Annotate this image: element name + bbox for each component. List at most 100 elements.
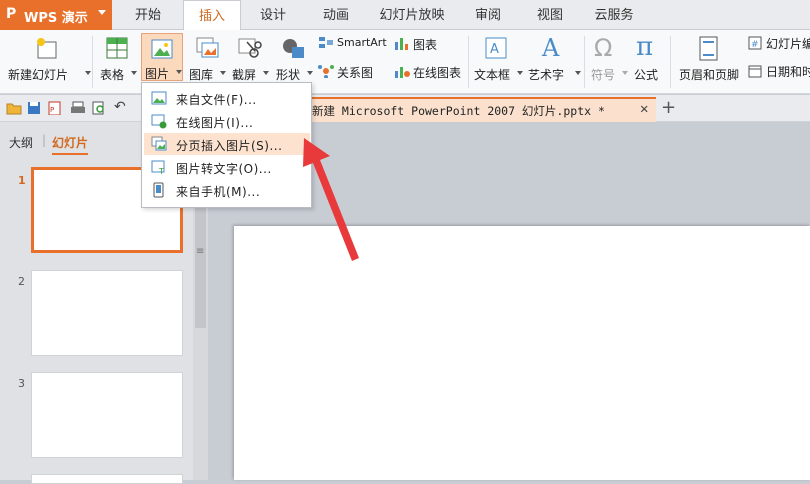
gallery-label: 图库: [189, 68, 214, 82]
wps-logo-icon: P: [6, 6, 17, 22]
svg-text:#: #: [751, 40, 759, 50]
tab-animation[interactable]: 动画: [305, 0, 367, 30]
header-footer-button[interactable]: 页眉和页脚: [676, 34, 742, 90]
close-icon[interactable]: ✕: [640, 101, 648, 117]
chevron-down-icon: [131, 71, 137, 75]
online-chart-button[interactable]: 在线图表: [394, 63, 466, 81]
gallery-icon: [196, 37, 219, 58]
slide-number-button[interactable]: # 幻灯片编: [748, 35, 810, 53]
chevron-down-icon: [307, 71, 313, 75]
slide-thumbnail-2[interactable]: [31, 270, 183, 356]
header-footer-icon: [699, 36, 718, 61]
smartart-button[interactable]: SmartArt: [318, 35, 390, 53]
svg-text:A: A: [490, 42, 499, 57]
tab-view[interactable]: 视图: [519, 0, 581, 30]
app-name: WPS 演示: [24, 11, 88, 26]
symbol-button[interactable]: Ω 符号: [588, 34, 628, 90]
menu-item-online-picture[interactable]: 在线图片(I)...: [144, 110, 310, 132]
slide-thumbnail-3[interactable]: [31, 372, 183, 458]
wordart-icon: A: [541, 34, 560, 60]
ocr-icon: T: [151, 160, 165, 175]
datetime-label: 日期和时: [766, 65, 810, 79]
menu-item-from-file[interactable]: 来自文件(F)...: [144, 87, 310, 109]
slide-number: 1: [18, 174, 26, 187]
tab-review[interactable]: 审阅: [457, 0, 519, 30]
tab-design[interactable]: 设计: [241, 0, 305, 30]
new-tab-icon[interactable]: +: [661, 97, 676, 118]
textbox-button[interactable]: A 文本框: [472, 34, 523, 90]
svg-text:A: A: [541, 34, 560, 60]
undo-icon[interactable]: ↶: [114, 99, 126, 115]
menu-item-label: 图片转文字(O)...: [176, 162, 272, 176]
slide-number: 2: [18, 275, 25, 288]
picture-button[interactable]: 图片: [141, 33, 183, 81]
slide-number-label: 幻灯片编: [766, 37, 810, 51]
menu-item-label: 分页插入图片(S)...: [176, 139, 283, 153]
relation-chart-label: 关系图: [337, 66, 374, 80]
new-slide-button[interactable]: 新建幻灯片: [6, 34, 91, 90]
omega-icon: Ω: [594, 34, 613, 62]
wordart-label: 艺术字: [528, 68, 565, 82]
chart-icon: [395, 38, 408, 50]
menu-tab-bar: P WPS 演示 开始 插入 设计 动画 幻灯片放映 审阅 视图 云服务: [0, 0, 810, 31]
save-icon[interactable]: [27, 101, 41, 115]
screenshot-label: 截屏: [232, 68, 257, 82]
print-preview-icon[interactable]: [92, 101, 106, 115]
chevron-down-icon: [176, 70, 182, 74]
online-chart-label: 在线图表: [413, 66, 462, 80]
chevron-down-icon: [622, 71, 628, 75]
new-slide-icon: [37, 38, 57, 59]
svg-text:T: T: [158, 167, 164, 175]
smartart-icon: [319, 37, 333, 48]
pdf-export-icon[interactable]: P: [47, 101, 63, 115]
chart-label: 图表: [413, 38, 438, 52]
table-icon: [106, 37, 128, 59]
document-tab[interactable]: 新建 Microsoft PowerPoint 2007 幻灯片.pptx * …: [300, 97, 656, 122]
chevron-down-icon: [98, 10, 106, 15]
datetime-button[interactable]: 日期和时: [748, 63, 810, 81]
wordart-button[interactable]: A 艺术字: [526, 34, 581, 90]
print-icon[interactable]: [70, 101, 86, 115]
table-button[interactable]: 表格: [97, 34, 137, 90]
chevron-down-icon: [220, 71, 226, 75]
chevron-down-icon: [263, 71, 269, 75]
formula-button[interactable]: π 公式: [630, 32, 666, 90]
textbox-icon: A: [485, 37, 507, 59]
menu-item-label: 来自手机(M)...: [176, 185, 261, 199]
menu-item-label: 来自文件(F)...: [176, 93, 257, 107]
app-menu-button[interactable]: P WPS 演示: [0, 0, 112, 30]
online-picture-icon: [151, 114, 167, 129]
menu-item-label: 在线图片(I)...: [176, 116, 254, 130]
shape-icon: [283, 39, 304, 58]
formula-label: 公式: [634, 68, 659, 82]
symbol-label: 符号: [591, 68, 616, 82]
svg-text:P: P: [50, 106, 54, 114]
pi-icon: π: [636, 32, 654, 62]
shape-label: 形状: [276, 68, 301, 82]
textbox-label: 文本框: [474, 68, 511, 82]
image-file-icon: [151, 91, 167, 105]
tab-outline[interactable]: 大纲: [9, 134, 33, 151]
relation-chart-icon: [318, 65, 334, 78]
tab-start[interactable]: 开始: [113, 0, 183, 30]
phone-icon: [153, 182, 164, 198]
chevron-down-icon: [517, 71, 523, 75]
tab-slides[interactable]: 幻灯片: [52, 134, 89, 155]
chart-button[interactable]: 图表: [394, 35, 440, 53]
tab-cloud[interactable]: 云服务: [581, 0, 647, 30]
chevron-down-icon: [85, 71, 91, 75]
slide-thumbnail-4[interactable]: [31, 474, 183, 484]
grip-icon: ≡: [196, 246, 205, 257]
relation-chart-button[interactable]: 关系图: [318, 63, 382, 81]
open-folder-icon[interactable]: [6, 101, 22, 115]
scissors-icon: [238, 38, 262, 58]
slide-number: 3: [18, 377, 25, 390]
multi-image-icon: [151, 136, 167, 151]
panel-tab-divider: |: [42, 133, 47, 147]
picture-label: 图片: [145, 67, 170, 81]
document-title: 新建 Microsoft PowerPoint 2007 幻灯片.pptx *: [312, 104, 605, 118]
smartart-label: SmartArt: [337, 36, 387, 49]
tab-slideshow[interactable]: 幻灯片放映: [367, 0, 457, 30]
tab-insert[interactable]: 插入: [183, 0, 241, 31]
chevron-down-icon: [575, 71, 581, 75]
